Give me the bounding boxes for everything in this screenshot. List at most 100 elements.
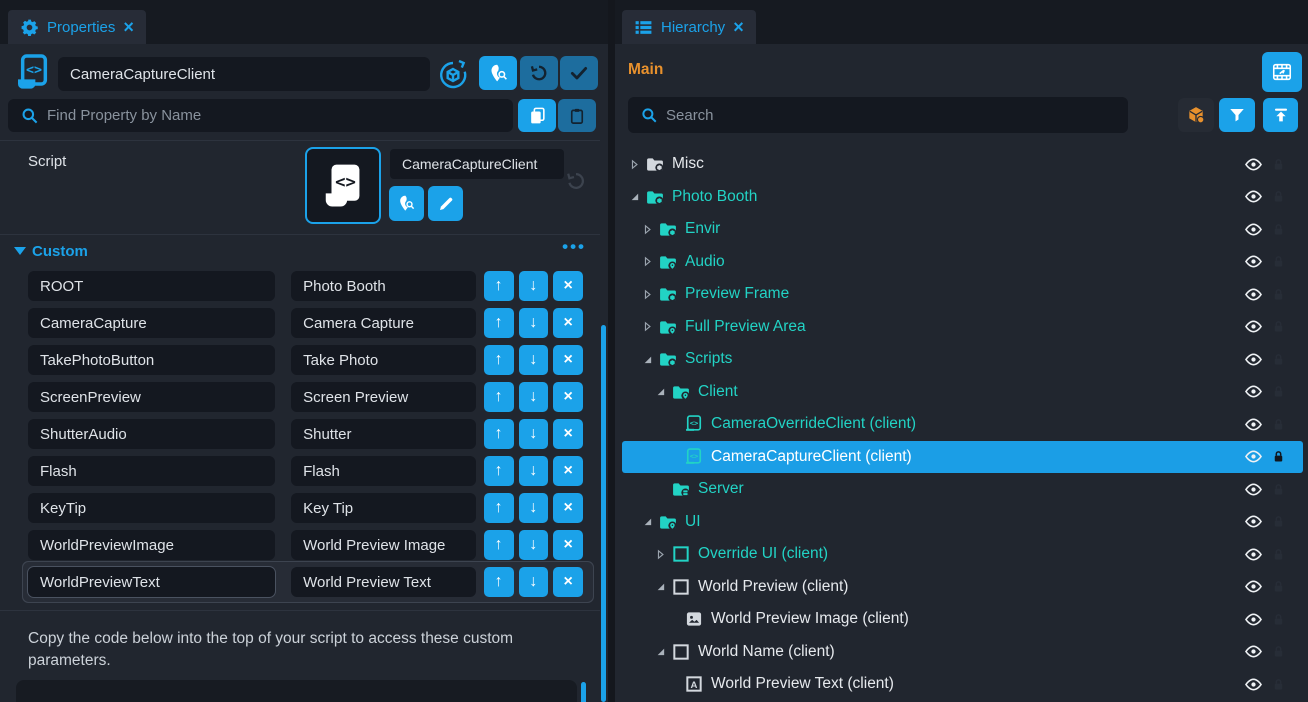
param-value-field[interactable]: Shutter bbox=[291, 419, 476, 449]
param-value-field[interactable]: World Preview Text bbox=[291, 567, 476, 597]
expand-arrow-icon[interactable] bbox=[641, 352, 655, 366]
lock-icon[interactable] bbox=[1271, 189, 1286, 204]
visibility-eye-icon[interactable] bbox=[1244, 155, 1263, 174]
expand-arrow-icon[interactable] bbox=[641, 222, 655, 236]
lock-icon[interactable] bbox=[1271, 644, 1286, 659]
close-icon[interactable]: × bbox=[733, 18, 744, 36]
property-search-input[interactable] bbox=[47, 107, 501, 124]
move-down-button[interactable]: ↓ bbox=[519, 530, 549, 560]
move-down-button[interactable]: ↓ bbox=[519, 271, 549, 301]
arrow-spacer[interactable] bbox=[667, 677, 681, 691]
lock-icon[interactable] bbox=[1271, 319, 1286, 334]
confirm-button[interactable] bbox=[560, 56, 598, 90]
pin-search-button[interactable] bbox=[479, 56, 517, 90]
copy-button[interactable] bbox=[518, 99, 556, 132]
param-value-field[interactable]: Photo Booth bbox=[291, 271, 476, 301]
code-scrollbar[interactable] bbox=[581, 682, 586, 702]
lock-icon[interactable] bbox=[1271, 677, 1286, 692]
visibility-eye-icon[interactable] bbox=[1244, 577, 1263, 596]
visibility-eye-icon[interactable] bbox=[1244, 187, 1263, 206]
lock-icon[interactable] bbox=[1271, 287, 1286, 302]
tree-row[interactable]: World Preview (client) bbox=[622, 571, 1303, 604]
capture-media-button[interactable] bbox=[1262, 52, 1302, 92]
expand-arrow-icon[interactable] bbox=[654, 385, 668, 399]
script-asset-name[interactable]: CameraCaptureClient bbox=[390, 149, 564, 179]
move-down-button[interactable]: ↓ bbox=[519, 493, 549, 523]
param-value-field[interactable]: Key Tip bbox=[291, 493, 476, 523]
expand-arrow-icon[interactable] bbox=[641, 320, 655, 334]
tree-row[interactable]: <> CameraCaptureClient (client) bbox=[622, 441, 1303, 474]
visibility-eye-icon[interactable] bbox=[1244, 545, 1263, 564]
hierarchy-search[interactable] bbox=[628, 97, 1128, 133]
visibility-eye-icon[interactable] bbox=[1244, 252, 1263, 271]
param-name-field[interactable]: ROOT bbox=[28, 271, 275, 301]
lock-icon[interactable] bbox=[1271, 612, 1286, 627]
visibility-eye-icon[interactable] bbox=[1244, 447, 1263, 466]
remove-param-button[interactable]: × bbox=[553, 345, 583, 375]
move-up-button[interactable]: ↑ bbox=[484, 567, 514, 597]
move-up-button[interactable]: ↑ bbox=[484, 382, 514, 412]
param-value-field[interactable]: Camera Capture bbox=[291, 308, 476, 338]
tree-row[interactable]: Override UI (client) bbox=[622, 538, 1303, 571]
code-snippet-box[interactable] bbox=[16, 680, 577, 702]
move-up-button[interactable]: ↑ bbox=[484, 456, 514, 486]
close-icon[interactable]: × bbox=[123, 18, 134, 36]
param-name-field[interactable]: TakePhotoButton bbox=[28, 345, 275, 375]
expand-arrow-icon[interactable] bbox=[654, 547, 668, 561]
param-value-field[interactable]: Flash bbox=[291, 456, 476, 486]
remove-param-button[interactable]: × bbox=[553, 530, 583, 560]
asset-cube-button[interactable] bbox=[1178, 98, 1214, 132]
tree-row[interactable]: A World Preview Text (client) bbox=[622, 668, 1303, 701]
expand-arrow-icon[interactable] bbox=[641, 515, 655, 529]
tree-row[interactable]: UI bbox=[622, 506, 1303, 539]
remove-param-button[interactable]: × bbox=[553, 456, 583, 486]
tab-hierarchy[interactable]: Hierarchy × bbox=[622, 10, 756, 44]
script-name-input[interactable] bbox=[58, 57, 430, 91]
tree-row[interactable]: Photo Booth bbox=[622, 181, 1303, 214]
move-down-button[interactable]: ↓ bbox=[519, 345, 549, 375]
param-name-field[interactable]: ShutterAudio bbox=[28, 419, 275, 449]
move-up-button[interactable]: ↑ bbox=[484, 345, 514, 375]
visibility-eye-icon[interactable] bbox=[1244, 317, 1263, 336]
tree-row[interactable]: Full Preview Area bbox=[622, 311, 1303, 344]
lock-icon[interactable] bbox=[1271, 579, 1286, 594]
param-name-field[interactable]: KeyTip bbox=[28, 493, 275, 523]
param-value-field[interactable]: World Preview Image bbox=[291, 530, 476, 560]
visibility-eye-icon[interactable] bbox=[1244, 350, 1263, 369]
arrow-spacer[interactable] bbox=[667, 417, 681, 431]
hierarchy-search-input[interactable] bbox=[666, 107, 1116, 124]
move-down-button[interactable]: ↓ bbox=[519, 419, 549, 449]
param-value-field[interactable]: Take Photo bbox=[291, 345, 476, 375]
param-name-field[interactable]: WorldPreviewText bbox=[28, 567, 275, 597]
tree-row[interactable]: Audio bbox=[622, 246, 1303, 279]
tree-row[interactable]: Client bbox=[622, 376, 1303, 409]
visibility-eye-icon[interactable] bbox=[1244, 382, 1263, 401]
visibility-eye-icon[interactable] bbox=[1244, 610, 1263, 629]
remove-param-button[interactable]: × bbox=[553, 308, 583, 338]
properties-scrollbar[interactable] bbox=[601, 325, 606, 702]
filter-button[interactable] bbox=[1219, 98, 1255, 132]
property-search[interactable] bbox=[8, 99, 513, 132]
lock-icon[interactable] bbox=[1271, 384, 1286, 399]
move-up-button[interactable]: ↑ bbox=[484, 493, 514, 523]
tree-row[interactable]: World Name (client) bbox=[622, 636, 1303, 669]
param-name-field[interactable]: WorldPreviewImage bbox=[28, 530, 275, 560]
arrow-spacer[interactable] bbox=[654, 482, 668, 496]
script-name-input-value[interactable] bbox=[70, 66, 418, 83]
arrow-spacer[interactable] bbox=[667, 612, 681, 626]
param-name-field[interactable]: CameraCapture bbox=[28, 308, 275, 338]
remove-param-button[interactable]: × bbox=[553, 493, 583, 523]
param-value-field[interactable]: Screen Preview bbox=[291, 382, 476, 412]
tree-row[interactable]: Preview Frame bbox=[622, 278, 1303, 311]
visibility-eye-icon[interactable] bbox=[1244, 512, 1263, 531]
move-up-button[interactable]: ↑ bbox=[484, 308, 514, 338]
edit-script-button[interactable] bbox=[428, 186, 463, 221]
tree-row[interactable]: Server bbox=[622, 473, 1303, 506]
lock-icon[interactable] bbox=[1271, 352, 1286, 367]
lock-icon[interactable] bbox=[1271, 222, 1286, 237]
asset-orbit-icon[interactable] bbox=[437, 59, 469, 91]
remove-param-button[interactable]: × bbox=[553, 382, 583, 412]
expand-arrow-icon[interactable] bbox=[654, 645, 668, 659]
remove-param-button[interactable]: × bbox=[553, 419, 583, 449]
visibility-eye-icon[interactable] bbox=[1244, 642, 1263, 661]
